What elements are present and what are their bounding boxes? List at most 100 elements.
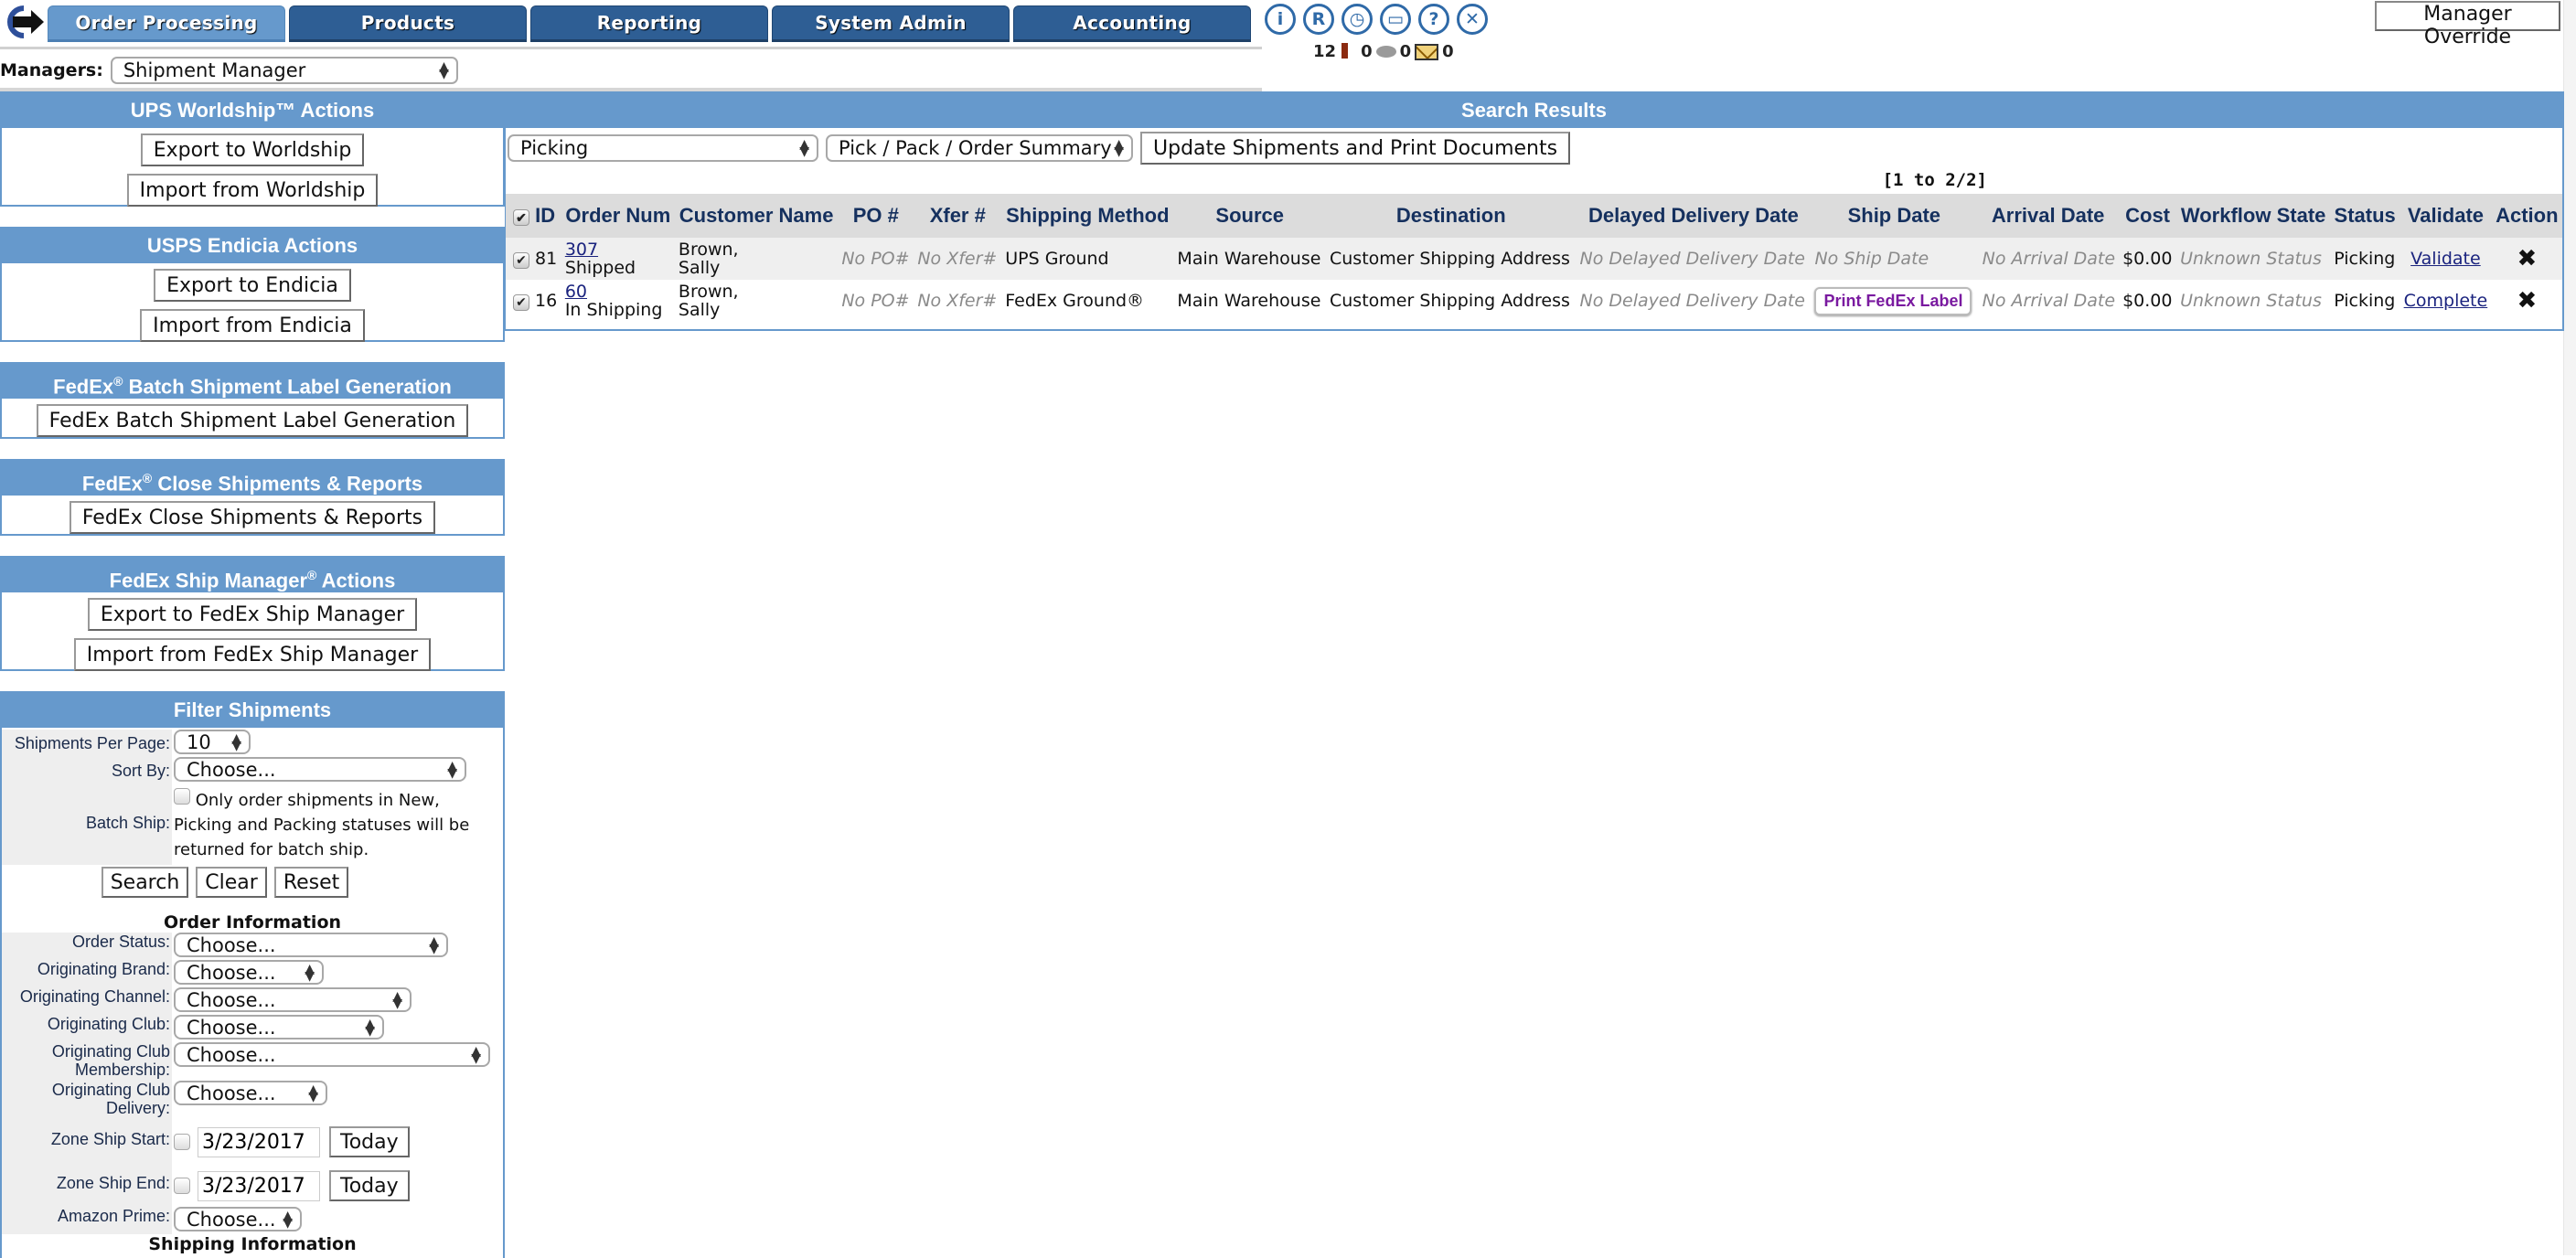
sort-by-label: Sort By: [2, 757, 172, 784]
notification-counters: 12 0 0 0 [1313, 42, 1454, 62]
tab-reporting[interactable]: Reporting [530, 5, 768, 42]
column-header-shipping-method[interactable]: Shipping Method [1001, 194, 1174, 238]
ups-worldship-panel: UPS Worldship™ Actions Export to Worldsh… [0, 91, 505, 207]
zone-ship-end-today-button[interactable]: Today [329, 1170, 410, 1201]
zone-ship-start-date-input[interactable] [198, 1126, 320, 1157]
status-select[interactable]: Picking ▲ ▼ [508, 134, 818, 162]
column-header-ship-date[interactable]: Ship Date [1811, 194, 1978, 238]
validate-link[interactable]: Validate [2410, 249, 2481, 269]
export-to-fedex-ship-manager-button[interactable]: Export to FedEx Ship Manager [87, 598, 418, 631]
vertical-scrollbar[interactable] [2563, 0, 2576, 1255]
customer-last-name: Brown, [678, 240, 739, 260]
po-number: No PO# [838, 238, 914, 280]
reset-button[interactable]: Reset [273, 867, 349, 898]
ship-date: No Ship Date [1811, 238, 1978, 280]
order-status-select[interactable]: Choose... ▲ ▼ [174, 933, 448, 957]
export-to-endicia-button[interactable]: Export to Endicia [154, 269, 351, 302]
shipping-information-heading: Shipping Information [148, 1234, 357, 1254]
originating-channel-select[interactable]: Choose... ▲ ▼ [174, 987, 412, 1012]
export-to-worldship-button[interactable]: Export to Worldship [140, 133, 365, 166]
import-from-fedex-ship-manager-button[interactable]: Import from FedEx Ship Manager [73, 638, 432, 671]
back-arrow-logo-icon[interactable] [4, 5, 46, 38]
source: Main Warehouse [1173, 238, 1326, 280]
search-button[interactable]: Search [101, 867, 189, 898]
tools-icon[interactable]: ✖ [2517, 287, 2537, 314]
shipping-method: UPS Ground [1001, 238, 1174, 280]
column-header-status[interactable]: Status [2330, 194, 2400, 238]
order-num-link[interactable]: 307 [565, 240, 636, 259]
select-arrows-icon: ▲ ▼ [365, 1016, 375, 1039]
originating-club-delivery-label: Originating Club Delivery: [2, 1081, 172, 1119]
envelope-icon[interactable] [1415, 43, 1439, 60]
clock-icon[interactable]: ◷ [1341, 4, 1373, 35]
select-all-checkbox[interactable]: ✔ [513, 209, 529, 226]
comment-bubble-icon[interactable] [1375, 46, 1396, 58]
tab-system-admin[interactable]: System Admin [772, 5, 1010, 42]
fedex-close-shipments-button[interactable]: FedEx Close Shipments & Reports [69, 501, 436, 534]
tab-accounting[interactable]: Accounting [1013, 5, 1251, 42]
manager-override-button[interactable]: Manager Override [2375, 1, 2560, 48]
customer-first-name: Sally [678, 300, 721, 320]
xfer-number: No Xfer# [914, 238, 1002, 280]
column-header-arrival-date[interactable]: Arrival Date [1977, 194, 2120, 238]
fedex-ship-manager-panel: FedEx Ship Manager® Actions Export to Fe… [0, 556, 505, 671]
cost: $0.00 [2119, 280, 2177, 322]
zone-ship-end-checkbox[interactable] [174, 1178, 190, 1194]
originating-brand-select[interactable]: Choose... ▲ ▼ [174, 960, 324, 985]
row-checkbox[interactable]: ✔ [513, 252, 529, 269]
registered-icon[interactable]: R [1303, 4, 1334, 35]
import-from-worldship-button[interactable]: Import from Worldship [126, 174, 379, 207]
zone-ship-start-today-button[interactable]: Today [329, 1126, 410, 1157]
originating-club-delivery-select[interactable]: Choose... ▲ ▼ [174, 1081, 327, 1105]
select-arrows-icon: ▲ ▼ [305, 961, 315, 984]
table-row: ✔ 81 307 Shipped Brown, Sally No PO# No Xf… [506, 238, 2562, 280]
column-header-delayed-delivery-date[interactable]: Delayed Delivery Date [1576, 194, 1812, 238]
column-header-destination[interactable]: Destination [1326, 194, 1577, 238]
workflow-state: Unknown Status [2176, 280, 2331, 322]
import-from-endicia-button[interactable]: Import from Endicia [140, 309, 365, 342]
row-checkbox[interactable]: ✔ [513, 294, 529, 311]
divider [0, 47, 1262, 49]
tab-order-processing[interactable]: Order Processing [48, 5, 285, 42]
complete-link[interactable]: Complete [2404, 291, 2488, 311]
originating-channel-label: Originating Channel: [2, 987, 172, 1015]
update-shipments-print-button[interactable]: Update Shipments and Print Documents [1140, 132, 1571, 165]
zone-ship-start-checkbox[interactable] [174, 1134, 190, 1150]
clear-button[interactable]: Clear [196, 867, 267, 898]
per-page-select[interactable]: 10 ▲ ▼ [174, 730, 251, 754]
sort-by-select[interactable]: Choose... ▲ ▼ [174, 757, 466, 782]
amazon-prime-select[interactable]: Choose... ▲ ▼ [174, 1207, 302, 1231]
originating-club-membership-select[interactable]: Choose... ▲ ▼ [174, 1042, 490, 1067]
column-header-xfer[interactable]: Xfer # [914, 194, 1002, 238]
info-icon[interactable]: i [1265, 4, 1296, 35]
column-header-workflow-state[interactable]: Workflow State [2176, 194, 2331, 238]
document-type-select[interactable]: Pick / Pack / Order Summary ▲ ▼ [826, 134, 1133, 162]
order-num-link[interactable]: 60 [565, 283, 663, 301]
column-header-po[interactable]: PO # [838, 194, 914, 238]
monitor-icon[interactable]: ▭ [1380, 4, 1411, 35]
select-arrows-icon: ▲ ▼ [799, 137, 809, 159]
po-number: No PO# [838, 280, 914, 322]
zone-ship-end-date-input[interactable] [198, 1170, 320, 1201]
column-header-cost[interactable]: Cost [2119, 194, 2177, 238]
originating-club-select[interactable]: Choose... ▲ ▼ [174, 1015, 384, 1039]
fedex-batch-label-button[interactable]: FedEx Batch Shipment Label Generation [36, 404, 469, 437]
messages-prefix-count: 0 [1399, 42, 1412, 61]
arrival-date: No Arrival Date [1977, 238, 2120, 280]
close-icon[interactable]: ✕ [1457, 4, 1488, 35]
managers-select[interactable]: Shipment Manager ▲ ▼ [110, 57, 458, 84]
delayed-delivery-date: No Delayed Delivery Date [1576, 280, 1812, 322]
order-status: Shipped [564, 258, 636, 278]
tools-icon[interactable]: ✖ [2517, 245, 2537, 272]
panel-title: FedEx Ship Manager® Actions [2, 558, 503, 592]
delayed-delivery-date: No Delayed Delivery Date [1576, 238, 1812, 280]
alert-exclamation-icon[interactable] [1341, 42, 1349, 62]
column-header-source[interactable]: Source [1173, 194, 1326, 238]
select-arrows-icon: ▲ ▼ [447, 758, 457, 781]
print-fedex-label-button[interactable]: Print FedEx Label [1814, 286, 1972, 315]
batch-ship-checkbox[interactable] [174, 788, 190, 805]
help-icon[interactable]: ? [1418, 4, 1449, 35]
column-header-order-num[interactable]: Order Num [561, 194, 675, 238]
tab-products[interactable]: Products [289, 5, 527, 42]
column-header-customer-name[interactable]: Customer Name [674, 194, 839, 238]
